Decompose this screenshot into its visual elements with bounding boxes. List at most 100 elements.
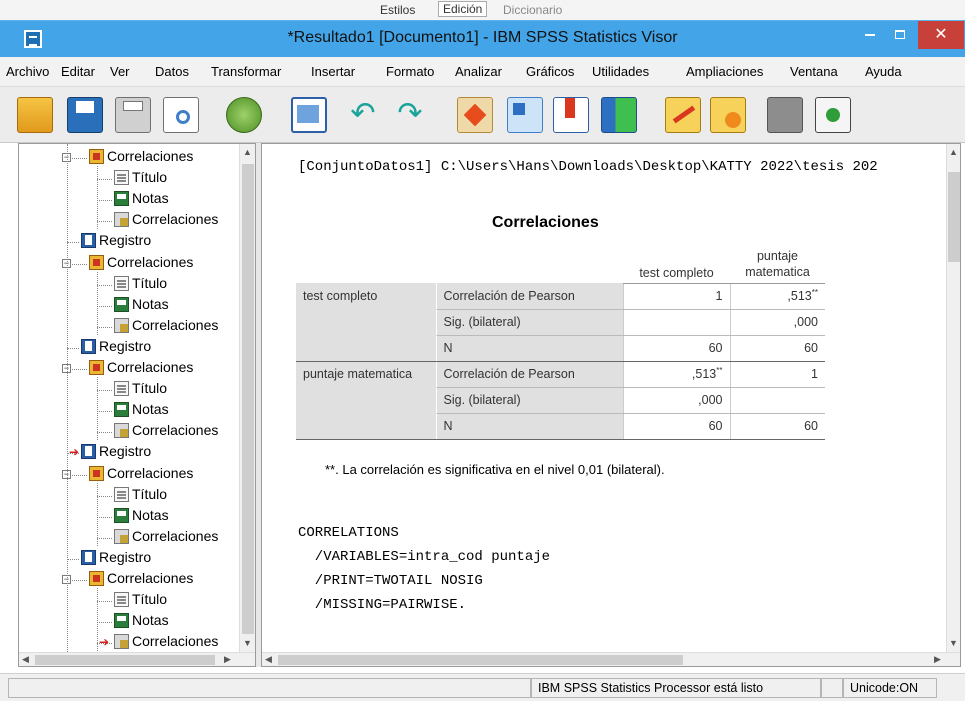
tree-connector <box>97 483 98 546</box>
scroll-down-icon[interactable]: ▼ <box>949 638 958 648</box>
outline-item-label: Título <box>132 591 168 607</box>
correlations-folder-icon <box>89 149 104 164</box>
table-title: Correlaciones <box>492 214 599 231</box>
outline-item[interactable]: Correlaciones <box>89 254 193 275</box>
menu-transformar[interactable]: Transformar <box>211 64 281 79</box>
output-vscroll-thumb[interactable] <box>948 172 960 262</box>
undo-icon[interactable]: ↶ <box>345 97 381 133</box>
status-cell-main <box>8 678 531 698</box>
menu-datos[interactable]: Datos <box>155 64 189 79</box>
outline-item[interactable]: Título <box>114 591 167 612</box>
menu-formato[interactable]: Formato <box>386 64 434 79</box>
outline-item[interactable]: Correlaciones <box>114 317 218 338</box>
outline-item[interactable]: Notas <box>114 507 169 528</box>
menu-editar[interactable]: Editar <box>61 64 95 79</box>
output-content: [ConjuntoDatos1] C:\Users\Hans\Downloads… <box>262 144 946 652</box>
output-pane[interactable]: [ConjuntoDatos1] C:\Users\Hans\Downloads… <box>261 143 961 667</box>
redo-icon[interactable]: ↷ <box>392 97 428 133</box>
maximize-button[interactable] <box>886 21 914 49</box>
outline-item[interactable]: Notas <box>114 612 169 633</box>
table-row: Sig. (bilateral) ,000 <box>296 387 825 414</box>
outline-tree[interactable]: Correlaciones − Título Notas Correlaciones Re… <box>19 144 239 652</box>
export-icon[interactable] <box>226 97 262 133</box>
row-label: test completo <box>296 283 436 310</box>
col-header-test-completo: test completo <box>623 241 730 284</box>
dialog-recall-icon[interactable] <box>291 97 327 133</box>
designate-window-icon[interactable] <box>665 97 701 133</box>
outline-item[interactable]: Correlaciones <box>114 211 218 232</box>
outline-pane[interactable]: Correlaciones − Título Notas Correlaciones Re… <box>18 143 256 667</box>
outline-item[interactable]: Registro <box>81 549 151 570</box>
menu-ampliaciones[interactable]: Ampliaciones <box>686 64 763 79</box>
scroll-right-icon[interactable]: ▶ <box>224 654 231 665</box>
outline-item[interactable]: Registro <box>81 443 151 464</box>
outline-item[interactable]: Correlaciones <box>89 359 193 380</box>
save-icon[interactable] <box>67 97 103 133</box>
scroll-up-icon[interactable]: ▲ <box>243 147 252 157</box>
outline-horizontal-scrollbar[interactable]: ◀ ▶ <box>19 652 255 666</box>
scroll-right-icon[interactable]: ▶ <box>934 654 941 665</box>
tree-connector <box>97 538 112 539</box>
output-vertical-scrollbar[interactable]: ▲ ▼ <box>946 144 960 652</box>
minimize-button[interactable] <box>856 21 884 49</box>
print-icon[interactable] <box>115 97 151 133</box>
outline-item[interactable]: Título <box>114 380 167 401</box>
scroll-left-icon[interactable]: ◀ <box>265 654 272 665</box>
outline-item[interactable]: Correlaciones <box>114 633 218 652</box>
table-row: N 60 60 <box>296 413 825 440</box>
goto-data-icon[interactable] <box>457 97 493 133</box>
output-horizontal-scrollbar[interactable]: ◀ ▶ <box>262 652 960 666</box>
cell-value: 1 <box>715 289 723 303</box>
outline-item[interactable]: Correlaciones <box>89 570 193 591</box>
outline-item[interactable]: Correlaciones <box>89 465 193 486</box>
menu-utilidades[interactable]: Utilidades <box>592 64 649 79</box>
outline-item[interactable]: Correlaciones <box>89 148 193 169</box>
menu-ver[interactable]: Ver <box>110 64 130 79</box>
outline-item[interactable]: Registro <box>81 232 151 253</box>
outline-item[interactable]: Título <box>114 169 167 190</box>
goto-case-icon[interactable] <box>507 97 543 133</box>
script-icon[interactable] <box>710 97 746 133</box>
menu-analizar[interactable]: Analizar <box>455 64 502 79</box>
correlations-table[interactable]: test completo puntaje matematica test co… <box>296 241 825 440</box>
outline-item-label: Título <box>132 275 168 291</box>
dataset-line: [ConjuntoDatos1] C:\Users\Hans\Downloads… <box>298 159 878 175</box>
correlations-table-icon <box>114 634 129 649</box>
cell-value: ,000 <box>698 393 723 407</box>
outline-item[interactable]: Notas <box>114 296 169 317</box>
stat-label: N <box>435 335 623 362</box>
outline-item[interactable]: Registro <box>81 338 151 359</box>
scroll-left-icon[interactable]: ◀ <box>22 654 29 665</box>
outline-hscroll-thumb[interactable] <box>35 655 215 665</box>
insert-variable-icon[interactable] <box>553 97 589 133</box>
menu-ventana[interactable]: Ventana <box>790 64 838 79</box>
output-hscroll-thumb[interactable] <box>278 655 683 665</box>
menu-archivo[interactable]: Archivo <box>6 64 49 79</box>
outline-item[interactable]: Notas <box>114 401 169 422</box>
open-folder-icon[interactable] <box>17 97 53 133</box>
cell-value: 60 <box>708 341 723 355</box>
outline-item-label: Correlaciones <box>107 254 194 270</box>
outline-item-label: Correlaciones <box>132 211 219 227</box>
menu-ayuda[interactable]: Ayuda <box>865 64 902 79</box>
table-footnote: **. La correlación es significativa en e… <box>325 462 665 477</box>
outline-vscroll-thumb[interactable] <box>242 164 254 634</box>
outline-item[interactable]: Título <box>114 275 167 296</box>
outline-vertical-scrollbar[interactable]: ▲ ▼ <box>239 144 255 652</box>
title-icon <box>114 592 129 607</box>
notes-icon <box>114 402 129 417</box>
menu-insertar[interactable]: Insertar <box>311 64 355 79</box>
select-cases-icon[interactable] <box>601 97 637 133</box>
outline-item[interactable]: Correlaciones <box>114 422 218 443</box>
print-preview-icon[interactable] <box>163 97 199 133</box>
outline-item[interactable]: Notas <box>114 190 169 211</box>
outline-item[interactable]: Correlaciones <box>114 528 218 549</box>
scroll-up-icon[interactable]: ▲ <box>949 147 958 157</box>
outline-item[interactable]: Título <box>114 486 167 507</box>
scroll-down-icon[interactable]: ▼ <box>243 638 252 648</box>
pivot-icon[interactable] <box>767 97 803 133</box>
add-output-icon[interactable] <box>815 97 851 133</box>
menu-graficos[interactable]: Gráficos <box>526 64 574 79</box>
close-button[interactable]: ✕ <box>918 21 964 49</box>
row-label: puntaje matematica <box>296 361 436 388</box>
